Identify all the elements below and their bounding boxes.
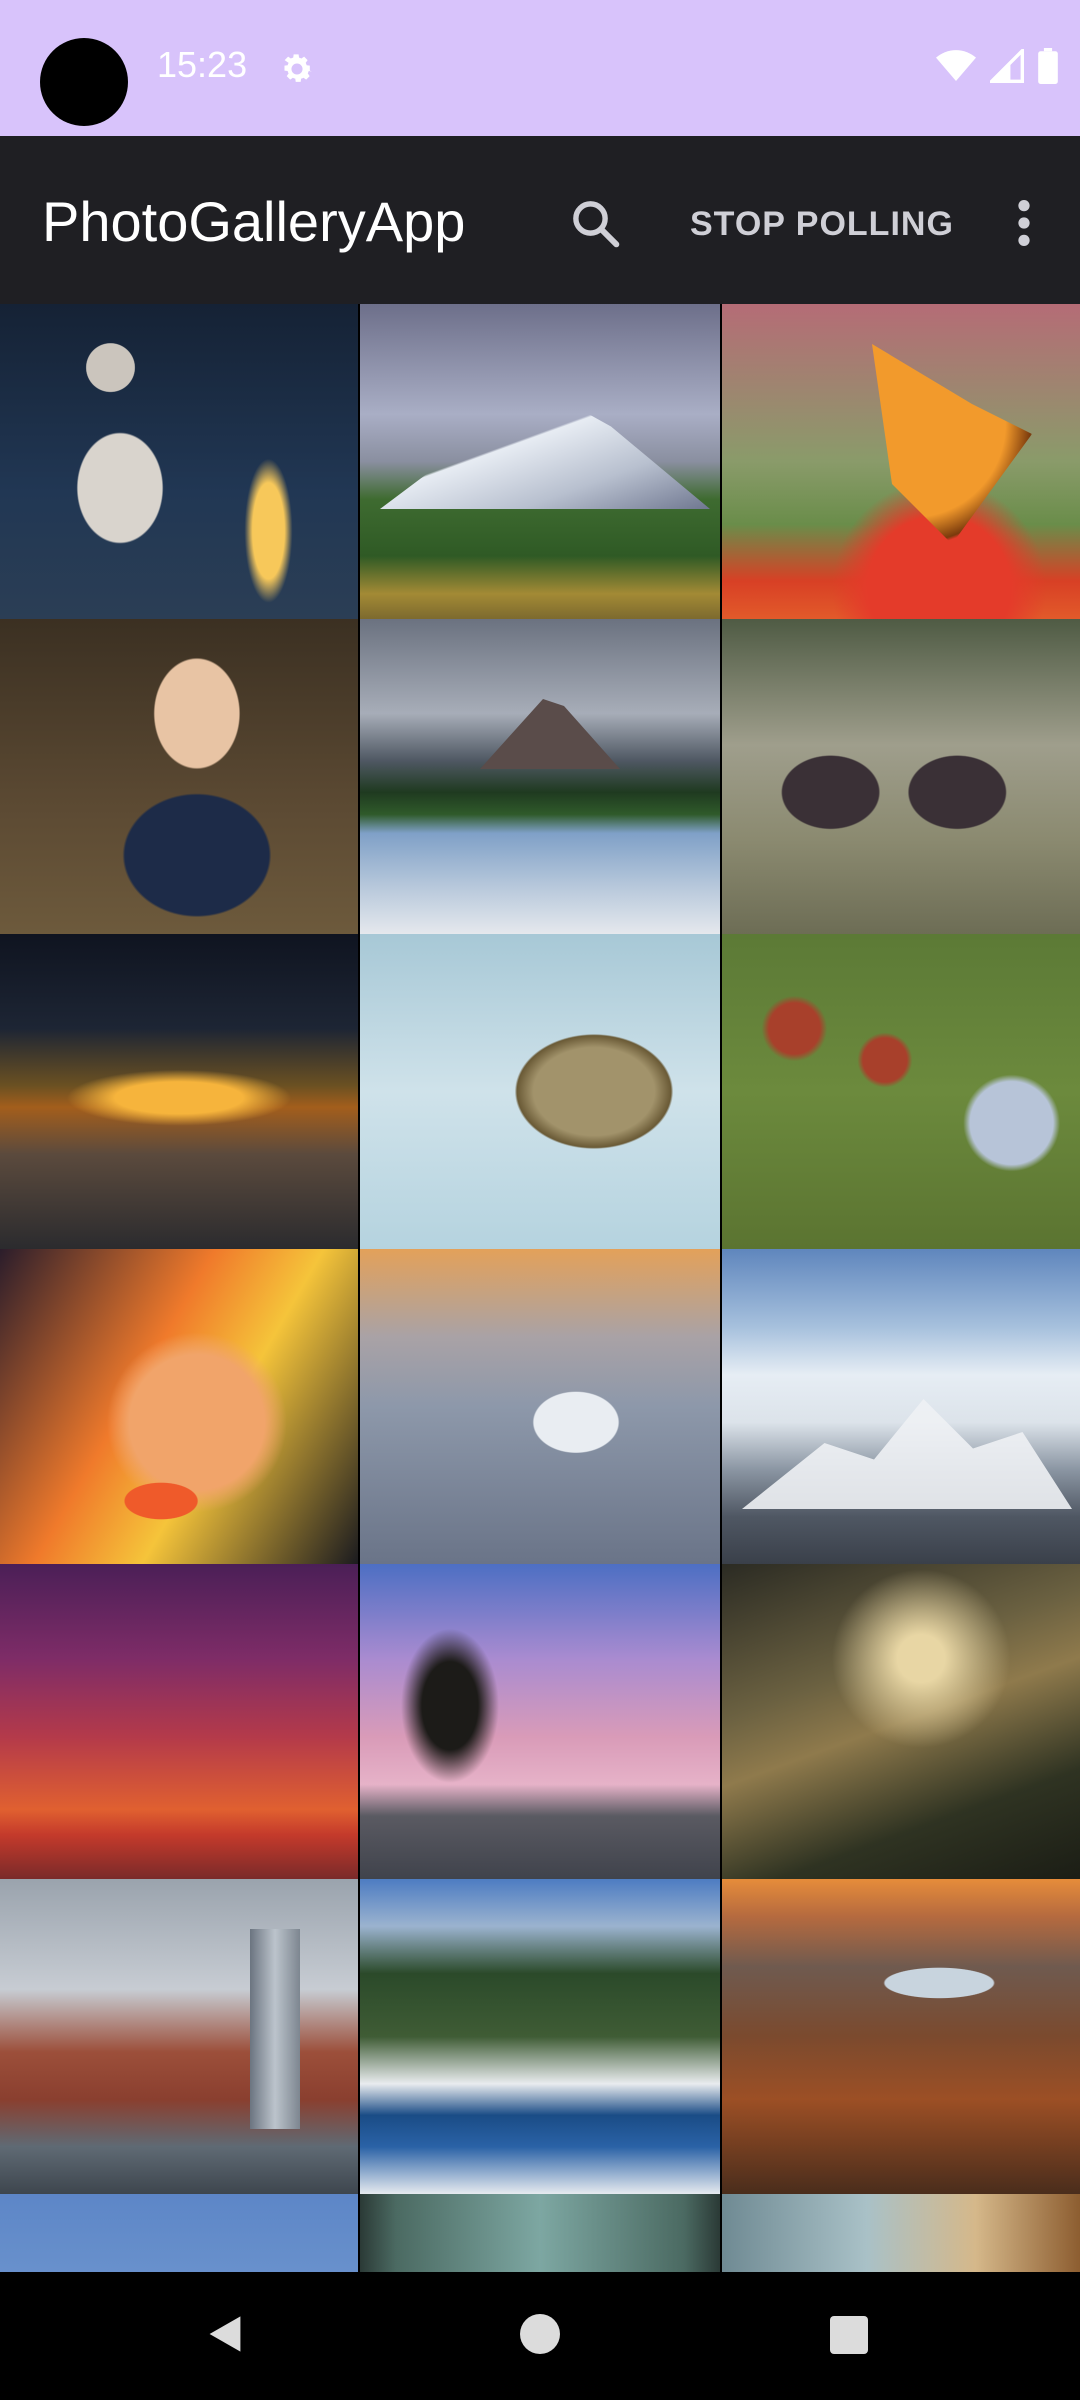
photo-city-skyline-river[interactable] (0, 1879, 358, 2194)
photo-snowy-river-pines[interactable] (360, 1879, 720, 2194)
battery-icon (1038, 48, 1058, 84)
camera-cutout (40, 38, 128, 126)
status-bar: 15:23 (0, 0, 1080, 136)
photo-window-interior[interactable] (360, 2194, 720, 2272)
photo-sunrays-forest-path[interactable] (722, 1564, 1080, 1879)
gear-icon (284, 54, 312, 82)
photo-interior-piano-stairs[interactable] (722, 2194, 1080, 2272)
photo-tree-pink-sky[interactable] (360, 1564, 720, 1879)
photo-chamois-meadow[interactable] (722, 619, 1080, 934)
photo-mountain-lake-reflection[interactable] (360, 619, 720, 934)
more-options-button[interactable] (1000, 188, 1048, 258)
peak-shape (480, 699, 620, 769)
tower-shape (250, 1929, 300, 2129)
photo-alpine-peaks-clouds[interactable] (722, 1249, 1080, 1564)
search-icon (573, 201, 620, 248)
back-button[interactable] (203, 2312, 247, 2356)
butterfly-shape (872, 344, 1032, 544)
signal-icon (990, 49, 1024, 83)
photo-seagull-water[interactable] (360, 1249, 720, 1564)
home-button[interactable] (520, 2314, 560, 2354)
snow-peaks-shape (742, 1399, 1072, 1509)
photo-purple-red-sunset[interactable] (0, 1564, 358, 1879)
statue-shape (25, 334, 215, 614)
stop-polling-button[interactable]: STOP POLLING (690, 196, 954, 252)
photo-face-paint-portrait[interactable] (0, 1249, 358, 1564)
status-icons (936, 46, 1058, 86)
photo-butterfly-wildflowers[interactable] (722, 934, 1080, 1249)
search-button[interactable] (560, 188, 630, 258)
app-title: PhotoGalleryApp (42, 190, 466, 253)
photo-vulture-flight[interactable] (360, 934, 720, 1249)
photo-statue-eiffel-tower[interactable] (0, 304, 358, 619)
photo-woman-pearl-portrait[interactable] (0, 619, 358, 934)
app-bar: PhotoGalleryApp STOP POLLING (0, 136, 1080, 304)
photo-sunset-clouds-mountains[interactable] (0, 934, 358, 1249)
mountain-shape (380, 399, 710, 509)
photo-orange-butterfly-flowers[interactable] (722, 304, 1080, 619)
wifi-icon (936, 50, 976, 81)
photo-grid[interactable] (0, 304, 1080, 2272)
recents-button[interactable] (830, 2316, 868, 2354)
photo-canyon-river-sunset[interactable] (722, 1879, 1080, 2194)
navigation-bar (0, 2272, 1080, 2400)
more-vert-icon (1018, 200, 1030, 246)
status-time: 15:23 (157, 44, 248, 85)
photo-snowy-mountain-forest[interactable] (360, 304, 720, 619)
photo-golden-dome-sky[interactable] (0, 2194, 358, 2272)
